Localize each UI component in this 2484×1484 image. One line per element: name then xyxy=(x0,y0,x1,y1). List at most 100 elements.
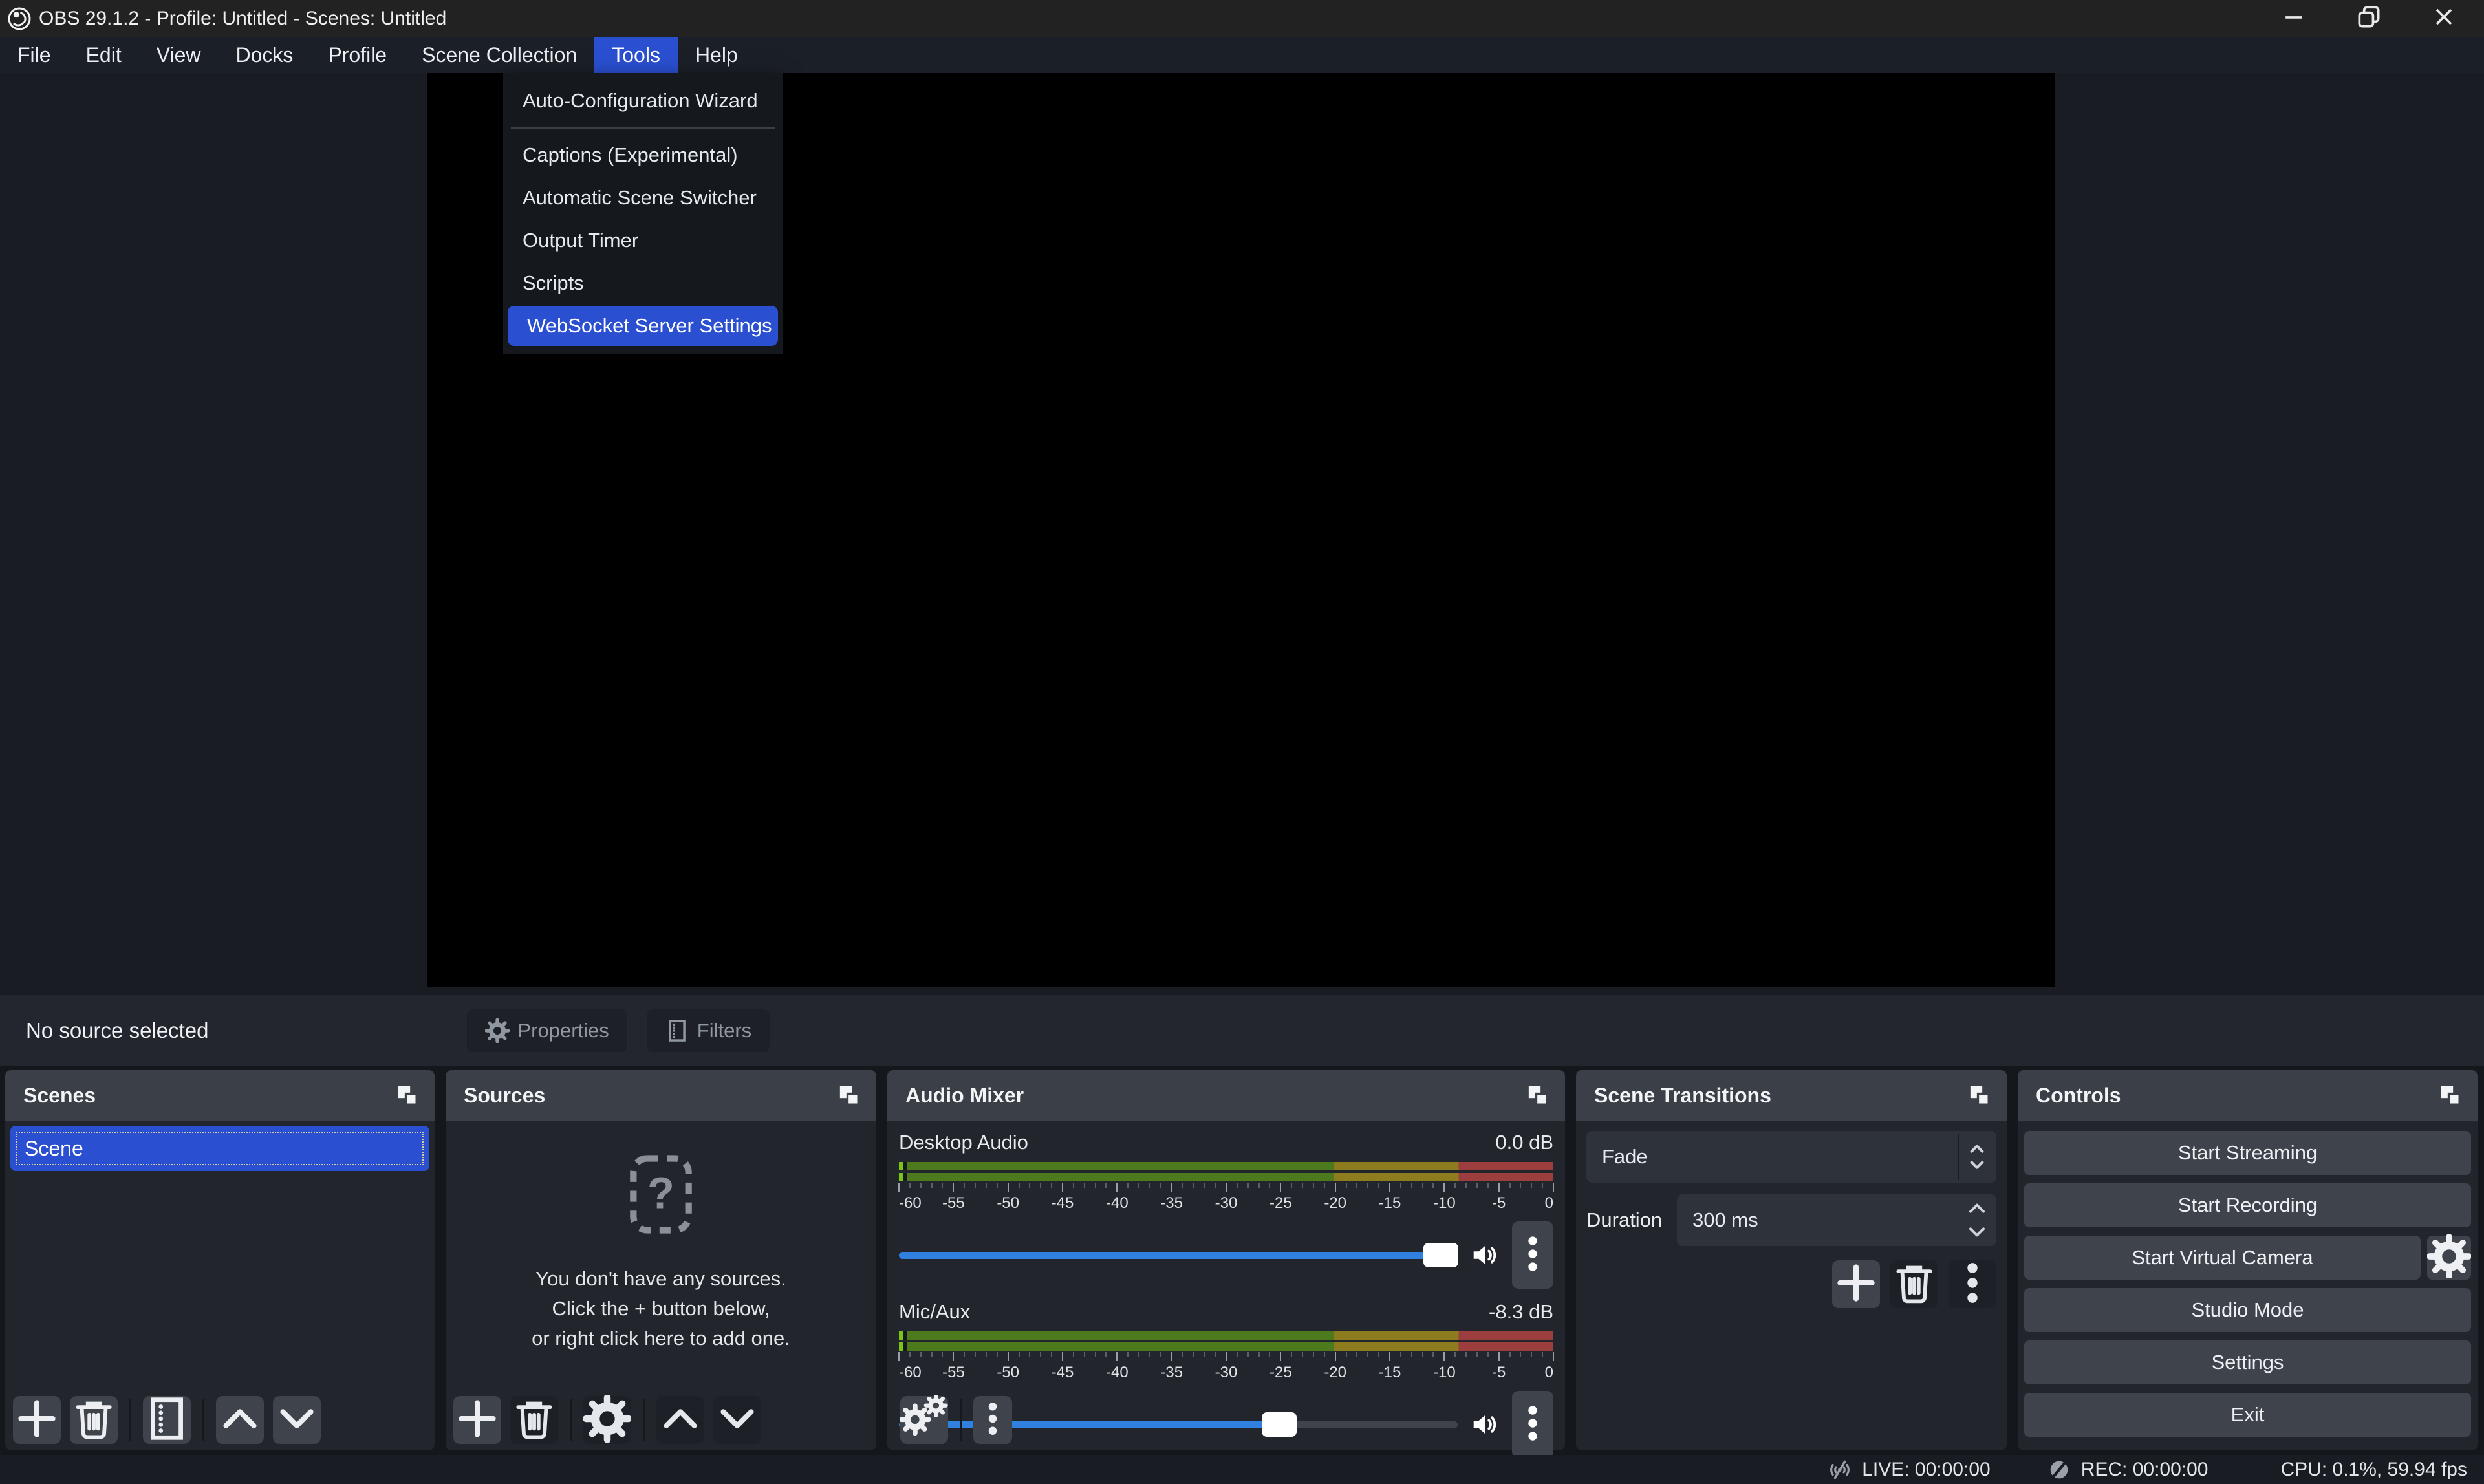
scenes-panel: Scenes Scene xyxy=(5,1070,435,1450)
sources-panel-header[interactable]: Sources xyxy=(446,1070,876,1121)
meter-scale-labels: -60-55-50-45-40-35-30-25-20-15-10-50 xyxy=(899,1364,1553,1384)
speaker-icon[interactable] xyxy=(1469,1240,1499,1270)
scene-list-item[interactable]: Scene xyxy=(10,1126,429,1171)
tools-menu-item-auto-configuration-wizard[interactable]: Auto-Configuration Wizard xyxy=(503,80,783,122)
channel-menu-button[interactable] xyxy=(1512,1221,1553,1289)
channel-menu-button[interactable] xyxy=(1512,1391,1553,1458)
meter-scale-label: -30 xyxy=(1215,1364,1238,1382)
meter-scale-label: -50 xyxy=(997,1194,1019,1212)
slider-handle[interactable] xyxy=(1423,1243,1458,1267)
scene-transitions-panel-header[interactable]: Scene Transitions xyxy=(1576,1070,2007,1121)
meter-scale-label: -35 xyxy=(1160,1364,1183,1382)
start-recording-button[interactable]: Start Recording xyxy=(2024,1183,2471,1227)
add-scene-button[interactable] xyxy=(13,1396,61,1444)
rec-status: REC: 00:00:00 xyxy=(2046,1457,2209,1483)
meter-scale-label: -5 xyxy=(1492,1364,1506,1382)
status-bar: LIVE: 00:00:00 REC: 00:00:00 CPU: 0.1%, … xyxy=(0,1455,2484,1484)
meter-scale-label: -60 xyxy=(899,1194,922,1212)
plus-icon xyxy=(13,1395,61,1446)
tools-menu-item-output-timer[interactable]: Output Timer xyxy=(503,219,783,262)
meter-scale-labels: -60-55-50-45-40-35-30-25-20-15-10-50 xyxy=(899,1194,1553,1215)
tools-menu-item-automatic-scene-switcher[interactable]: Automatic Scene Switcher xyxy=(503,177,783,219)
transition-properties-button[interactable] xyxy=(1949,1260,1996,1308)
exit-button[interactable]: Exit xyxy=(2024,1393,2471,1437)
popout-icon[interactable] xyxy=(1525,1082,1551,1108)
popout-icon[interactable] xyxy=(836,1082,862,1108)
meter-scale-label: -35 xyxy=(1160,1194,1183,1212)
duration-spinbox[interactable]: 300 ms xyxy=(1677,1194,1996,1246)
speaker-icon[interactable] xyxy=(1469,1410,1499,1439)
popout-icon[interactable] xyxy=(2437,1082,2463,1108)
menu-help[interactable]: Help xyxy=(678,37,755,73)
transition-select[interactable]: Fade xyxy=(1586,1131,1996,1183)
remove-source-button[interactable] xyxy=(510,1396,558,1444)
move-source-up-button[interactable] xyxy=(656,1396,704,1444)
scenes-panel-header[interactable]: Scenes xyxy=(5,1070,435,1121)
restore-button[interactable] xyxy=(2355,5,2383,33)
menu-edit[interactable]: Edit xyxy=(69,37,139,73)
menu-file[interactable]: File xyxy=(0,37,69,73)
kebab-icon xyxy=(1512,1403,1553,1447)
mixer-menu-button[interactable] xyxy=(973,1396,1012,1444)
filters-button[interactable]: Filters xyxy=(647,1009,770,1052)
meter-bar-right xyxy=(899,1342,1553,1351)
channel-db-value: 0.0 dB xyxy=(1495,1131,1553,1154)
volume-slider[interactable] xyxy=(899,1242,1458,1268)
menu-docks[interactable]: Docks xyxy=(218,37,310,73)
studio-mode-button[interactable]: Studio Mode xyxy=(2024,1288,2471,1332)
spinbox-arrows-icon[interactable] xyxy=(1964,1198,1990,1243)
meter-scale-label: 0 xyxy=(1545,1194,1553,1212)
meter-scale-label: -55 xyxy=(942,1194,965,1212)
combo-arrows-icon[interactable] xyxy=(1964,1137,1990,1176)
preview-area xyxy=(0,73,2484,995)
menu-scene-collection[interactable]: Scene Collection xyxy=(404,37,594,73)
no-source-label: No source selected xyxy=(26,1018,208,1043)
audio-mixer-panel-header[interactable]: Audio Mixer xyxy=(887,1070,1565,1121)
kebab-icon xyxy=(973,1399,1012,1441)
slider-handle[interactable] xyxy=(1262,1412,1297,1437)
audio-mixer-body: Desktop Audio 0.0 dB -60-55-50-45-40-35-… xyxy=(887,1121,1565,1386)
source-properties-button[interactable] xyxy=(583,1396,631,1444)
chevron-up-icon xyxy=(656,1395,704,1446)
minimize-button[interactable] xyxy=(2280,5,2308,33)
remove-scene-button[interactable] xyxy=(70,1396,118,1444)
popout-icon[interactable] xyxy=(394,1082,420,1108)
trash-icon xyxy=(1890,1259,1938,1310)
sources-empty-state: ? You don't have any sources. Click the … xyxy=(446,1121,876,1386)
menu-view[interactable]: View xyxy=(139,37,219,73)
plus-icon xyxy=(1832,1259,1880,1310)
controls-panel-header[interactable]: Controls xyxy=(2018,1070,2478,1121)
tools-menu-item-captions-experimental-[interactable]: Captions (Experimental) xyxy=(503,134,783,177)
move-source-down-button[interactable] xyxy=(713,1396,761,1444)
filters-label: Filters xyxy=(697,1019,751,1042)
move-scene-up-button[interactable] xyxy=(216,1396,264,1444)
settings-button[interactable]: Settings xyxy=(2024,1340,2471,1384)
sources-panel-title: Sources xyxy=(464,1084,545,1108)
menu-tools[interactable]: Tools xyxy=(594,37,678,73)
popout-icon[interactable] xyxy=(1967,1082,1993,1108)
minimize-icon xyxy=(2280,3,2308,34)
start-streaming-button[interactable]: Start Streaming xyxy=(2024,1131,2471,1175)
start-virtual-camera-button[interactable]: Start Virtual Camera xyxy=(2024,1236,2421,1280)
close-button[interactable] xyxy=(2430,5,2458,33)
tools-menu-item-websocket-server-settings[interactable]: WebSocket Server Settings xyxy=(508,306,778,346)
move-scene-down-button[interactable] xyxy=(273,1396,321,1444)
add-source-button[interactable] xyxy=(453,1396,501,1444)
virtual-camera-settings-button[interactable] xyxy=(2427,1236,2471,1280)
controls-panel: Controls Start Streaming Start Recording… xyxy=(2018,1070,2478,1450)
properties-button[interactable]: Properties xyxy=(467,1009,627,1052)
scene-filters-button[interactable] xyxy=(143,1396,191,1444)
meter-scale-label: -40 xyxy=(1106,1364,1129,1382)
menu-profile[interactable]: Profile xyxy=(310,37,404,73)
transition-selected-value: Fade xyxy=(1602,1145,1648,1168)
remove-transition-button[interactable] xyxy=(1890,1260,1938,1308)
add-transition-button[interactable] xyxy=(1832,1260,1880,1308)
trash-icon xyxy=(70,1395,118,1446)
advanced-audio-button[interactable] xyxy=(900,1396,948,1444)
meter-scale-label: -45 xyxy=(1052,1194,1074,1212)
restore-icon xyxy=(2355,3,2383,34)
close-icon xyxy=(2430,3,2458,34)
tools-menu-item-scripts[interactable]: Scripts xyxy=(503,262,783,305)
gear-icon xyxy=(2427,1234,2471,1282)
meter-scale-label: -55 xyxy=(942,1364,965,1382)
